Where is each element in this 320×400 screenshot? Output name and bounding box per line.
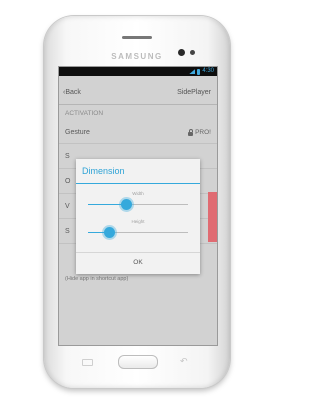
pro-badge: PRO! (188, 128, 211, 136)
setting-label: V (65, 203, 70, 210)
phone-frame: SAMSUNG 4:30 ‹Back SidePlayer ACTIVATION… (44, 16, 230, 388)
setting-label: S (65, 228, 70, 235)
status-bar: 4:30 (59, 67, 217, 76)
app-title: SidePlayer (177, 89, 211, 96)
setting-label: S (65, 153, 70, 160)
width-caption: Width (132, 191, 144, 196)
hint-text: (Hide app in shortcut app) (65, 276, 129, 282)
setting-label: Gesture (65, 129, 90, 136)
status-time: 4:30 (202, 68, 214, 74)
dialog-title: Dimension (82, 166, 125, 176)
brand-logo: SAMSUNG (111, 52, 163, 61)
signal-icon (189, 69, 196, 74)
action-bar: ‹Back SidePlayer (59, 76, 217, 105)
height-caption: Height (131, 219, 145, 224)
side-player-handle[interactable] (208, 192, 217, 242)
setting-label: O (65, 178, 71, 185)
slider-thumb[interactable] (103, 227, 115, 238)
height-slider[interactable]: Height (88, 219, 188, 238)
menu-key[interactable] (82, 359, 93, 366)
lock-icon (188, 128, 194, 136)
setting-row-gesture[interactable]: Gesture PRO! (59, 120, 217, 144)
slider-thumb[interactable] (120, 199, 132, 210)
back-button[interactable]: ‹Back (63, 89, 81, 96)
dimension-dialog: Dimension Width Height OK (76, 159, 200, 274)
earpiece-speaker (122, 36, 152, 39)
section-header: ACTIVATION (65, 110, 104, 117)
width-slider[interactable]: Width (88, 191, 188, 210)
home-button[interactable] (118, 355, 158, 369)
dialog-button-bar: OK (76, 252, 200, 274)
dialog-divider (76, 183, 200, 184)
battery-icon (197, 68, 201, 75)
front-camera (178, 49, 185, 56)
back-key-icon[interactable]: ↶ (180, 356, 188, 367)
screen: 4:30 ‹Back SidePlayer ACTIVATION Gesture… (58, 66, 218, 346)
proximity-sensor (190, 50, 195, 55)
ok-button[interactable]: OK (76, 259, 200, 266)
